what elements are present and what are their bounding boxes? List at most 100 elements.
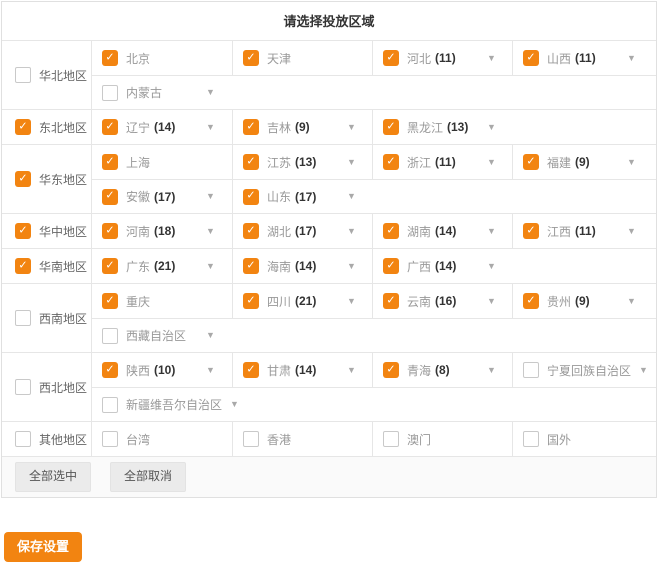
province-checkbox[interactable]: ✓ <box>243 50 259 66</box>
province-cell[interactable]: ✓河南(18)▼ <box>92 214 232 248</box>
region-group-cell[interactable]: 华北地区 <box>2 41 92 109</box>
province-cell[interactable]: ✓北京 <box>92 41 232 75</box>
province-cell[interactable]: ✓广东(21)▼ <box>92 249 232 283</box>
dropdown-arrow-icon[interactable]: ▼ <box>627 297 636 306</box>
dropdown-arrow-icon[interactable]: ▼ <box>487 366 496 375</box>
province-checkbox[interactable]: ✓ <box>383 258 399 274</box>
province-cell[interactable]: 国外 <box>512 422 652 456</box>
province-checkbox[interactable] <box>102 431 118 447</box>
province-checkbox[interactable]: ✓ <box>383 154 399 170</box>
province-checkbox[interactable]: ✓ <box>102 223 118 239</box>
province-cell[interactable]: ✓云南(16)▼ <box>372 284 512 318</box>
dropdown-arrow-icon[interactable]: ▼ <box>487 297 496 306</box>
province-cell[interactable]: ✓浙江(11)▼ <box>372 145 512 179</box>
province-checkbox[interactable]: ✓ <box>523 154 539 170</box>
dropdown-arrow-icon[interactable]: ▼ <box>627 158 636 167</box>
region-checkbox[interactable] <box>15 310 31 326</box>
region-group-cell[interactable]: ✓华东地区 <box>2 145 92 213</box>
region-checkbox[interactable] <box>15 431 31 447</box>
province-checkbox[interactable] <box>102 328 118 344</box>
province-cell[interactable]: 香港 <box>232 422 372 456</box>
province-checkbox[interactable] <box>243 431 259 447</box>
province-cell[interactable]: ✓河北(11)▼ <box>372 41 512 75</box>
province-checkbox[interactable]: ✓ <box>243 189 259 205</box>
province-cell[interactable]: ✓江西(11)▼ <box>512 214 652 248</box>
province-checkbox[interactable]: ✓ <box>102 154 118 170</box>
province-checkbox[interactable]: ✓ <box>243 119 259 135</box>
province-cell[interactable]: 内蒙古▼ <box>92 76 435 109</box>
province-checkbox[interactable]: ✓ <box>383 50 399 66</box>
province-cell[interactable]: 澳门 <box>372 422 512 456</box>
province-checkbox[interactable] <box>523 362 539 378</box>
province-cell[interactable]: ✓重庆 <box>92 284 232 318</box>
province-cell[interactable]: ✓青海(8)▼ <box>372 353 512 387</box>
dropdown-arrow-icon[interactable]: ▼ <box>206 123 215 132</box>
dropdown-arrow-icon[interactable]: ▼ <box>487 123 496 132</box>
province-checkbox[interactable]: ✓ <box>102 258 118 274</box>
deselect-all-button[interactable]: 全部取消 <box>110 462 186 491</box>
region-group-cell[interactable]: 其他地区 <box>2 422 92 456</box>
province-cell[interactable]: ✓陕西(10)▼ <box>92 353 232 387</box>
region-group-cell[interactable]: 西北地区 <box>2 353 92 421</box>
province-checkbox[interactable]: ✓ <box>523 293 539 309</box>
region-checkbox[interactable]: ✓ <box>15 223 31 239</box>
province-cell[interactable]: 台湾 <box>92 422 232 456</box>
dropdown-arrow-icon[interactable]: ▼ <box>347 192 356 201</box>
province-cell[interactable]: ✓福建(9)▼ <box>512 145 652 179</box>
province-checkbox[interactable]: ✓ <box>102 50 118 66</box>
province-cell[interactable]: ✓辽宁(14)▼ <box>92 110 232 144</box>
dropdown-arrow-icon[interactable]: ▼ <box>230 400 239 409</box>
province-checkbox[interactable]: ✓ <box>243 154 259 170</box>
region-group-cell[interactable]: ✓东北地区 <box>2 110 92 144</box>
province-cell[interactable]: ✓贵州(9)▼ <box>512 284 652 318</box>
province-cell[interactable]: ✓上海 <box>92 145 232 179</box>
select-all-button[interactable]: 全部选中 <box>15 462 91 491</box>
province-checkbox[interactable]: ✓ <box>102 189 118 205</box>
province-checkbox[interactable]: ✓ <box>243 258 259 274</box>
province-cell[interactable]: 宁夏回族自治区▼ <box>512 353 652 387</box>
province-checkbox[interactable]: ✓ <box>523 50 539 66</box>
province-checkbox[interactable] <box>523 431 539 447</box>
province-cell[interactable]: ✓吉林(9)▼ <box>232 110 372 144</box>
province-checkbox[interactable]: ✓ <box>523 223 539 239</box>
region-group-cell[interactable]: 西南地区 <box>2 284 92 352</box>
province-cell[interactable]: ✓黑龙江(13)▼ <box>372 110 512 144</box>
region-checkbox[interactable]: ✓ <box>15 171 31 187</box>
province-cell[interactable]: ✓山西(11)▼ <box>512 41 652 75</box>
province-checkbox[interactable] <box>102 397 118 413</box>
province-checkbox[interactable]: ✓ <box>383 362 399 378</box>
province-checkbox[interactable] <box>383 431 399 447</box>
province-checkbox[interactable] <box>102 85 118 101</box>
province-cell[interactable]: ✓湖南(14)▼ <box>372 214 512 248</box>
province-checkbox[interactable]: ✓ <box>383 293 399 309</box>
province-cell[interactable]: ✓四川(21)▼ <box>232 284 372 318</box>
dropdown-arrow-icon[interactable]: ▼ <box>627 54 636 63</box>
dropdown-arrow-icon[interactable]: ▼ <box>347 262 356 271</box>
region-group-cell[interactable]: ✓华中地区 <box>2 214 92 248</box>
dropdown-arrow-icon[interactable]: ▼ <box>347 297 356 306</box>
dropdown-arrow-icon[interactable]: ▼ <box>206 192 215 201</box>
province-cell[interactable]: ✓广西(14)▼ <box>372 249 512 283</box>
region-group-cell[interactable]: ✓华南地区 <box>2 249 92 283</box>
province-cell[interactable]: 西藏自治区▼ <box>92 319 435 352</box>
dropdown-arrow-icon[interactable]: ▼ <box>347 158 356 167</box>
dropdown-arrow-icon[interactable]: ▼ <box>206 366 215 375</box>
province-cell[interactable]: ✓天津 <box>232 41 372 75</box>
dropdown-arrow-icon[interactable]: ▼ <box>487 158 496 167</box>
province-checkbox[interactable]: ✓ <box>383 119 399 135</box>
province-cell[interactable]: ✓湖北(17)▼ <box>232 214 372 248</box>
province-checkbox[interactable]: ✓ <box>102 362 118 378</box>
region-checkbox[interactable]: ✓ <box>15 119 31 135</box>
province-cell[interactable]: ✓海南(14)▼ <box>232 249 372 283</box>
dropdown-arrow-icon[interactable]: ▼ <box>206 331 215 340</box>
dropdown-arrow-icon[interactable]: ▼ <box>206 88 215 97</box>
province-checkbox[interactable]: ✓ <box>243 223 259 239</box>
dropdown-arrow-icon[interactable]: ▼ <box>487 54 496 63</box>
dropdown-arrow-icon[interactable]: ▼ <box>627 227 636 236</box>
province-checkbox[interactable]: ✓ <box>102 293 118 309</box>
region-checkbox[interactable] <box>15 379 31 395</box>
province-cell[interactable]: ✓甘肃(14)▼ <box>232 353 372 387</box>
dropdown-arrow-icon[interactable]: ▼ <box>487 262 496 271</box>
dropdown-arrow-icon[interactable]: ▼ <box>206 262 215 271</box>
dropdown-arrow-icon[interactable]: ▼ <box>347 227 356 236</box>
